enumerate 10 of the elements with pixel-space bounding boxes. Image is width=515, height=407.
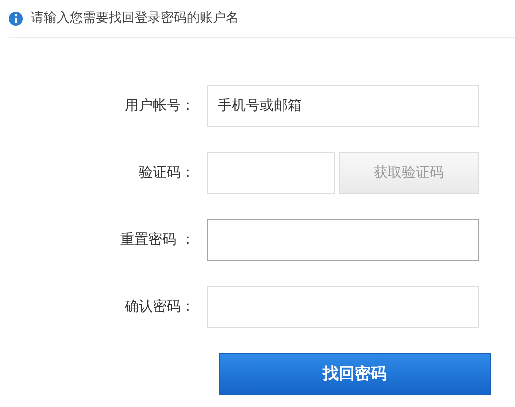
field-label: 确认密码： <box>124 298 196 316</box>
account-field[interactable]: 手机号或邮箱 <box>207 85 479 127</box>
submit-button[interactable]: 找回密码 <box>219 353 491 395</box>
instruction-text: 请输入您需要找回登录密码的账户名 <box>31 10 239 28</box>
field-label: 重置密码 ： <box>120 230 196 250</box>
code-field[interactable] <box>207 152 335 194</box>
field-label: 用户帐号： <box>124 96 196 116</box>
info-icon <box>9 12 23 26</box>
field-label: 验证码： <box>138 164 196 182</box>
password-field[interactable] <box>207 219 479 261</box>
